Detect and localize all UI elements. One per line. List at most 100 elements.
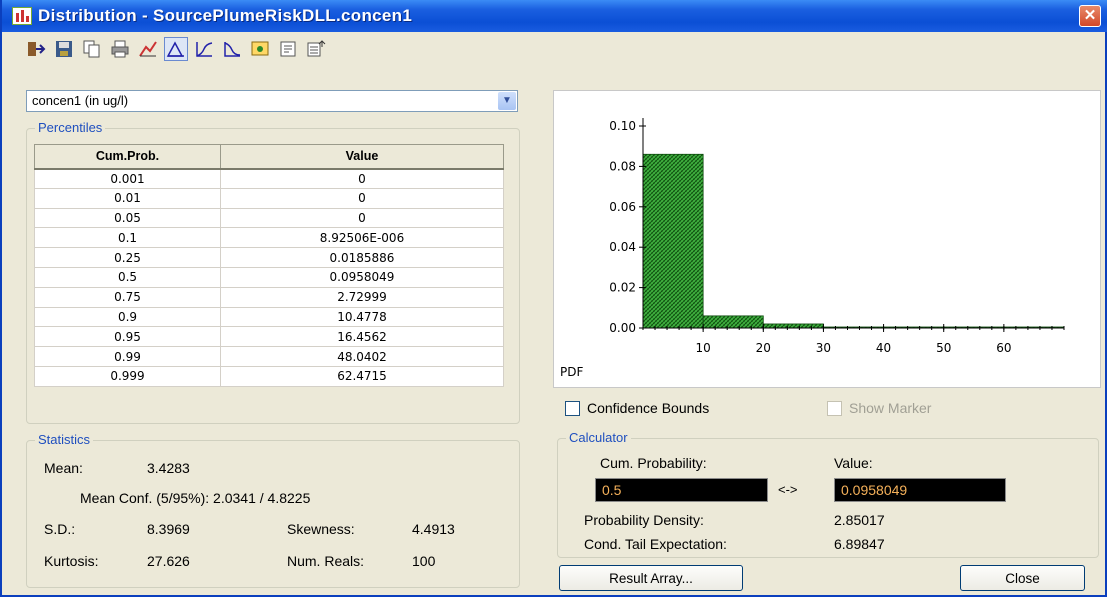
cum-prob-cell: 0.9 xyxy=(34,306,221,328)
cum-prob-cell: 0.999 xyxy=(34,365,221,387)
num-reals-value: 100 xyxy=(412,553,436,569)
swap-arrow: <-> xyxy=(778,482,798,497)
cum-probability-input[interactable]: 0.5 xyxy=(595,478,768,502)
statistics-label: Statistics xyxy=(35,432,94,447)
title-bar: Distribution - SourcePlumeRiskDLL.concen… xyxy=(2,0,1107,32)
cond-tail-expectation-label: Cond. Tail Expectation: xyxy=(584,536,727,552)
value-cell: 2.72999 xyxy=(220,286,504,308)
probability-density-label: Probability Density: xyxy=(584,512,704,528)
table-row[interactable]: 0.1 8.92506E-006 xyxy=(34,227,504,249)
cum-prob-cell: 0.1 xyxy=(34,227,221,249)
table-row[interactable]: 0.9 10.4778 xyxy=(34,306,504,328)
show-marker-checkbox[interactable]: Show Marker xyxy=(827,400,931,416)
cum-prob-cell: 0.25 xyxy=(34,247,221,268)
toolbar xyxy=(24,36,328,62)
calc-value-input[interactable]: 0.0958049 xyxy=(834,478,1006,502)
table-row[interactable]: 0.001 0 xyxy=(34,168,504,189)
table-row[interactable]: 0.99 48.0402 xyxy=(34,346,504,367)
table-row[interactable]: 0.25 0.0185886 xyxy=(34,247,504,268)
value-cell: 62.4715 xyxy=(220,365,504,387)
kurtosis-value: 27.626 xyxy=(147,553,190,569)
y-tick-label: 0.04 xyxy=(609,240,636,254)
cdf-view-icon[interactable] xyxy=(192,37,216,61)
results-table-icon[interactable] xyxy=(248,37,272,61)
table-row[interactable]: 0.75 2.72999 xyxy=(34,286,504,308)
table-row[interactable]: 0.05 0 xyxy=(34,207,504,229)
calculator-label: Calculator xyxy=(566,430,631,445)
value-cell: 0 xyxy=(220,187,504,209)
column-header-value[interactable]: Value xyxy=(220,144,504,170)
skewness-label: Skewness: xyxy=(287,521,355,537)
options-icon[interactable] xyxy=(304,37,328,61)
value-cell: 10.4778 xyxy=(220,306,504,328)
x-tick-label: 30 xyxy=(816,341,831,355)
value-cell: 0.0958049 xyxy=(220,266,504,288)
table-row[interactable]: 0.999 62.4715 xyxy=(34,365,504,387)
histogram-bar xyxy=(642,153,704,329)
distribution-chart[interactable]: 0.00 0.02 0.04 0.06 0.08 0.10 10 20 30 40 50 60 PDF xyxy=(553,90,1101,388)
chart-svg: 0.00 0.02 0.04 0.06 0.08 0.10 10 20 30 40 50 60 PDF xyxy=(560,118,1065,379)
value-cell: 48.0402 xyxy=(220,346,504,367)
properties-icon[interactable] xyxy=(276,37,300,61)
x-tick-label: 60 xyxy=(996,341,1011,355)
show-marker-box[interactable] xyxy=(827,400,842,416)
percentiles-table: Cum.Prob. Value 0.001 0 0.01 0 0.05 0 0.1 8.… xyxy=(34,144,504,387)
value-cell: 8.92506E-006 xyxy=(220,227,504,249)
ccdf-view-icon[interactable] xyxy=(220,37,244,61)
y-axis-label: PDF xyxy=(560,365,583,379)
cum-probability-label: Cum. Probability: xyxy=(600,455,707,471)
cum-prob-cell: 0.01 xyxy=(34,187,221,209)
chart-settings-icon[interactable] xyxy=(136,37,160,61)
table-row[interactable]: 0.01 0 xyxy=(34,187,504,209)
x-tick-label: 20 xyxy=(756,341,771,355)
num-reals-label: Num. Reals: xyxy=(287,553,365,569)
print-icon[interactable] xyxy=(108,37,132,61)
mean-value: 3.4283 xyxy=(147,460,190,476)
result-array-button[interactable]: Result Array... xyxy=(559,565,743,591)
histogram-bar xyxy=(762,323,824,329)
x-tick-label: 10 xyxy=(696,341,711,355)
cum-prob-cell: 0.95 xyxy=(34,326,221,348)
column-header-cum-prob[interactable]: Cum.Prob. xyxy=(34,144,221,170)
save-icon[interactable] xyxy=(52,37,76,61)
sd-label: S.D.: xyxy=(44,521,76,537)
probability-density-value: 2.85017 xyxy=(834,512,885,528)
value-cell: 0 xyxy=(220,168,504,189)
x-tick-label: 50 xyxy=(936,341,951,355)
cum-prob-cell: 0.001 xyxy=(34,168,221,189)
window-title: Distribution - SourcePlumeRiskDLL.concen… xyxy=(38,6,413,25)
y-tick-label: 0.06 xyxy=(609,200,636,214)
result-selector-value: concen1 (in ug/l) xyxy=(32,93,129,108)
calc-value-label: Value: xyxy=(834,455,873,471)
cum-prob-cell: 0.05 xyxy=(34,207,221,229)
table-row[interactable]: 0.95 16.4562 xyxy=(34,326,504,348)
cum-prob-cell: 0.5 xyxy=(34,266,221,288)
value-cell: 0 xyxy=(220,207,504,229)
percentiles-label: Percentiles xyxy=(35,120,106,135)
confidence-bounds-label: Confidence Bounds xyxy=(587,400,710,416)
app-icon xyxy=(12,7,32,25)
value-cell: 16.4562 xyxy=(220,326,504,348)
cum-prob-cell: 0.75 xyxy=(34,286,221,308)
export-icon[interactable] xyxy=(24,37,48,61)
result-selector-dropdown[interactable]: concen1 (in ug/l) ▼ xyxy=(26,90,518,112)
cond-tail-expectation-value: 6.89847 xyxy=(834,536,885,552)
mean-confidence: Mean Conf. (5/95%): 2.0341 / 4.8225 xyxy=(80,490,311,506)
y-tick-label: 0.02 xyxy=(609,281,636,295)
confidence-bounds-box[interactable] xyxy=(565,400,580,416)
cum-prob-cell: 0.99 xyxy=(34,346,221,367)
copy-icon[interactable] xyxy=(80,37,104,61)
x-tick-label: 40 xyxy=(876,341,891,355)
show-marker-label: Show Marker xyxy=(849,400,932,416)
close-window-button[interactable]: ✕ xyxy=(1079,5,1101,27)
confidence-bounds-checkbox[interactable]: Confidence Bounds xyxy=(565,400,709,416)
y-tick-label: 0.00 xyxy=(609,321,636,335)
close-button[interactable]: Close xyxy=(960,565,1085,591)
distribution-window: Distribution - SourcePlumeRiskDLL.concen… xyxy=(0,0,1107,597)
chevron-down-icon[interactable]: ▼ xyxy=(498,92,516,110)
sd-value: 8.3969 xyxy=(147,521,190,537)
table-row[interactable]: 0.5 0.0958049 xyxy=(34,266,504,288)
mean-label: Mean: xyxy=(44,460,83,476)
statistics-group: Statistics xyxy=(26,432,520,588)
pdf-view-icon[interactable] xyxy=(164,37,188,61)
